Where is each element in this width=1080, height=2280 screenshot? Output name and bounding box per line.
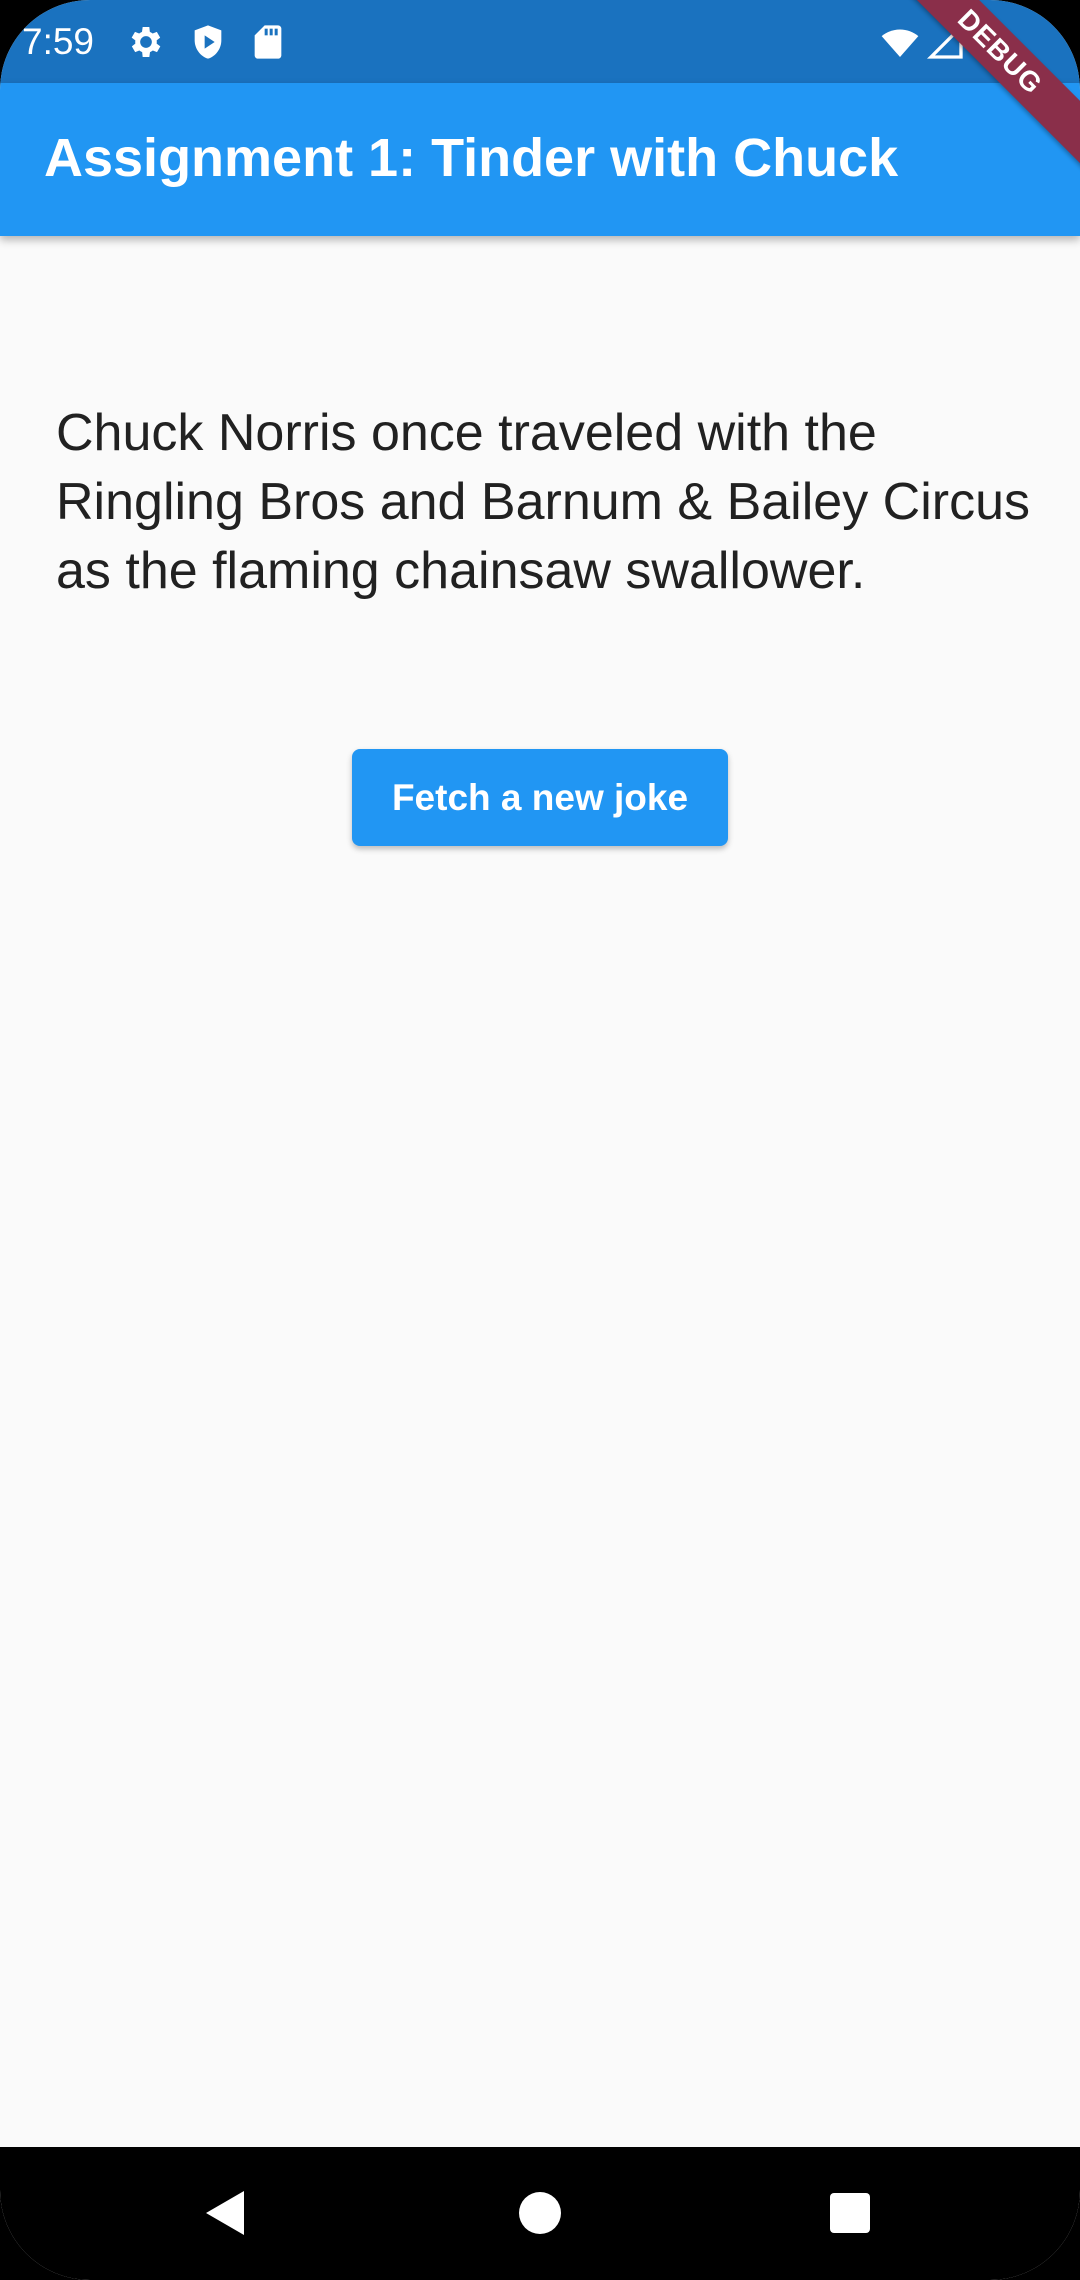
app-bar: Assignment 1: Tinder with Chuck (0, 83, 1080, 236)
recents-icon[interactable] (805, 2173, 895, 2253)
status-bar: 7:59 (0, 0, 1080, 83)
shield-play-icon (194, 25, 222, 59)
home-icon[interactable] (495, 2173, 585, 2253)
sd-card-icon (254, 25, 282, 59)
back-icon[interactable] (180, 2173, 270, 2253)
status-time: 7:59 (22, 21, 95, 62)
navigation-bar (0, 2147, 1080, 2280)
joke-text: Chuck Norris once traveled with the Ring… (56, 404, 1030, 600)
wifi-icon (881, 29, 919, 57)
fetch-joke-button[interactable]: Fetch a new joke (352, 749, 728, 846)
settings-icon (131, 27, 161, 57)
main-content: Chuck Norris once traveled with the Ring… (0, 236, 1080, 2147)
page-title: Assignment 1: Tinder with Chuck (44, 128, 899, 188)
phone-screen: 7:59 DEBUG Assignment 1: Tinder with Chu… (0, 0, 1080, 2280)
